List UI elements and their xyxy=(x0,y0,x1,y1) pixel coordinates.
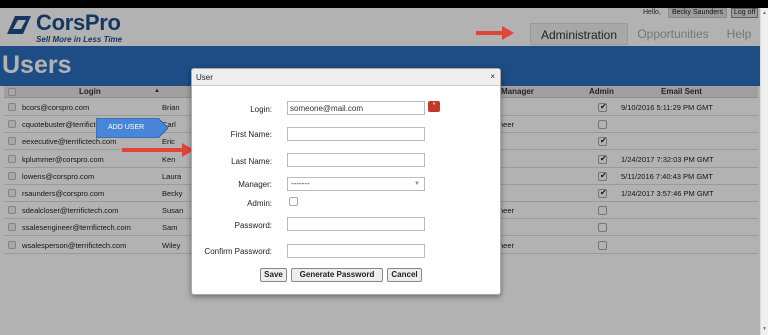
save-button[interactable]: Save xyxy=(260,268,287,282)
admin-label: Admin: xyxy=(247,199,272,208)
last-name-field[interactable] xyxy=(287,153,425,167)
close-icon[interactable]: × xyxy=(490,72,495,81)
password-label: Password: xyxy=(234,221,272,230)
confirm-password-field[interactable] xyxy=(287,244,425,258)
dialog-titlebar: User × xyxy=(192,69,500,86)
app-window: CorsPro Sell More in Less Time Hello, Be… xyxy=(0,0,768,335)
manager-select-value: ------- xyxy=(291,179,310,188)
confirm-password-label: Confirm Password: xyxy=(204,247,272,256)
top-bar xyxy=(0,0,768,8)
login-field[interactable]: someone@mail.com xyxy=(287,101,425,115)
red-arrow-icon xyxy=(122,143,194,157)
admin-checkbox[interactable] xyxy=(289,197,298,206)
login-label: Login: xyxy=(250,105,272,114)
manager-label: Manager: xyxy=(238,180,272,189)
scroll-down-icon[interactable]: ▼ xyxy=(762,326,768,332)
scroll-up-icon[interactable]: ▲ xyxy=(762,10,768,16)
generate-password-button[interactable]: Generate Password xyxy=(291,268,383,282)
dialog-title: User xyxy=(196,73,213,82)
manager-select[interactable]: ------- ▼ xyxy=(287,177,425,191)
user-dialog: User × Login: someone@mail.com * First N… xyxy=(191,68,501,295)
required-icon: * xyxy=(428,101,440,112)
password-field[interactable] xyxy=(287,217,425,231)
cancel-button[interactable]: Cancel xyxy=(387,268,422,282)
add-user-label: ADD USER xyxy=(108,124,145,131)
chevron-down-icon: ▼ xyxy=(414,181,420,187)
red-arrow-icon xyxy=(476,26,514,40)
first-name-field[interactable] xyxy=(287,127,425,141)
last-name-label: Last Name: xyxy=(231,157,272,166)
scrollbar[interactable]: ▲ ▼ xyxy=(760,8,768,335)
first-name-label: First Name: xyxy=(230,130,272,139)
